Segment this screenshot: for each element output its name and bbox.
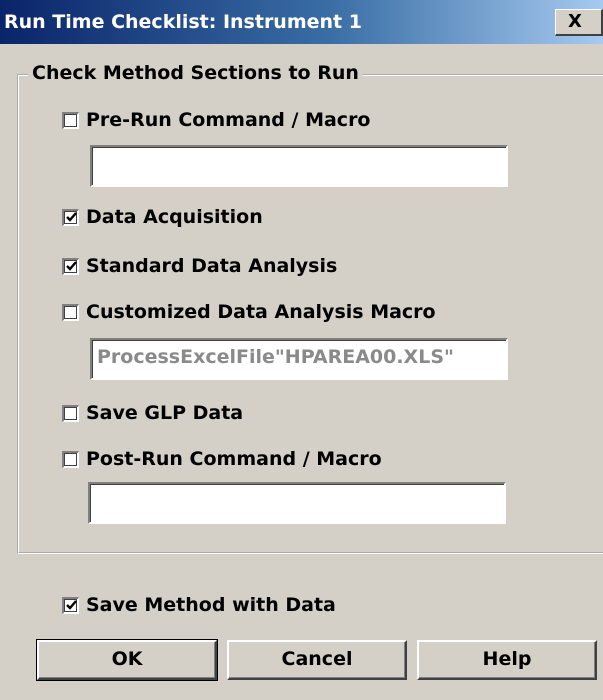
cancel-button[interactable]: Cancel — [227, 640, 407, 680]
pre-run-option[interactable]: Pre-Run Command / Macro — [62, 109, 371, 131]
checkmark-icon — [66, 599, 77, 610]
groupbox-legend: Check Method Sections to Run — [28, 62, 363, 84]
standard-analysis-checkbox[interactable] — [62, 257, 79, 275]
title-bar: Run Time Checklist: Instrument 1 X — [0, 0, 603, 44]
pre-run-command-input[interactable] — [90, 145, 508, 187]
custom-macro-checkbox[interactable] — [62, 303, 79, 321]
post-run-checkbox[interactable] — [62, 450, 79, 468]
ok-button[interactable]: OK — [36, 639, 218, 681]
window-title: Run Time Checklist: Instrument 1 — [4, 11, 362, 33]
data-acquisition-option[interactable]: Data Acquisition — [62, 206, 263, 228]
pre-run-checkbox[interactable] — [62, 111, 79, 129]
standard-analysis-label: Standard Data Analysis — [86, 255, 338, 277]
post-run-option[interactable]: Post-Run Command / Macro — [62, 448, 382, 470]
save-glp-option[interactable]: Save GLP Data — [62, 402, 243, 424]
save-method-checkbox[interactable] — [62, 596, 79, 614]
data-acquisition-label: Data Acquisition — [86, 206, 263, 228]
checkmark-icon — [66, 260, 77, 271]
post-run-command-input[interactable] — [88, 482, 506, 524]
pre-run-label: Pre-Run Command / Macro — [86, 109, 371, 131]
custom-macro-option[interactable]: Customized Data Analysis Macro — [62, 301, 436, 323]
data-acquisition-checkbox[interactable] — [62, 208, 79, 226]
custom-macro-label: Customized Data Analysis Macro — [86, 301, 436, 323]
save-glp-label: Save GLP Data — [86, 402, 244, 424]
custom-macro-input[interactable]: ProcessExcelFile"HPAREA00.XLS" — [90, 338, 508, 380]
close-button[interactable]: X — [555, 9, 603, 36]
save-method-label: Save Method with Data — [86, 594, 336, 616]
close-icon: X — [568, 11, 582, 32]
help-button[interactable]: Help — [417, 640, 597, 680]
post-run-label: Post-Run Command / Macro — [86, 448, 382, 470]
checkmark-icon — [66, 211, 77, 222]
save-method-option[interactable]: Save Method with Data — [62, 594, 336, 616]
standard-analysis-option[interactable]: Standard Data Analysis — [62, 255, 337, 277]
save-glp-checkbox[interactable] — [62, 404, 79, 422]
